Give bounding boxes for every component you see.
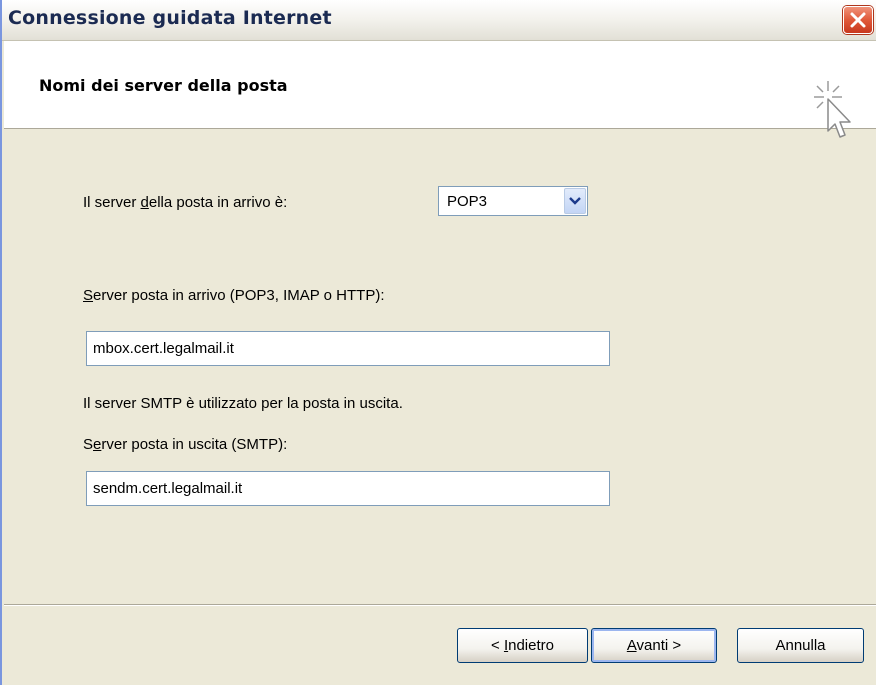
close-button[interactable] [843, 6, 873, 34]
next-button[interactable]: Avanti > [591, 628, 717, 663]
incoming-type-value: POP3 [447, 193, 488, 210]
outgoing-server-input[interactable]: sendm.cert.legalmail.it [86, 471, 610, 506]
cancel-button[interactable]: Annulla [737, 628, 864, 663]
wizard-header: Nomi dei server della posta [4, 41, 876, 138]
incoming-type-select[interactable]: POP3 [438, 186, 588, 216]
incoming-server-label: Server posta in arrivo (POP3, IMAP o HTT… [83, 287, 385, 304]
dropdown-button[interactable] [564, 188, 586, 214]
outgoing-server-label: Server posta in uscita (SMTP): [83, 436, 288, 453]
close-icon [850, 12, 866, 28]
outgoing-server-value: sendm.cert.legalmail.it [93, 480, 243, 497]
back-button[interactable]: < Indietro [457, 628, 588, 663]
smtp-note: Il server SMTP è utilizzato per la posta… [83, 395, 403, 412]
window-title: Connessione guidata Internet [8, 7, 332, 29]
title-bar[interactable]: Connessione guidata Internet [2, 0, 876, 41]
page-heading: Nomi dei server della posta [39, 76, 288, 95]
incoming-server-input[interactable]: mbox.cert.legalmail.it [86, 331, 610, 366]
incoming-server-value: mbox.cert.legalmail.it [93, 340, 234, 357]
incoming-type-label: Il server della posta in arrivo è: [83, 194, 288, 211]
wizard-window: Connessione guidata Internet Nomi dei se… [0, 0, 876, 685]
footer-divider [4, 604, 876, 606]
wizard-content: Il server della posta in arrivo è: POP3 … [4, 129, 876, 603]
chevron-down-icon [569, 197, 581, 205]
